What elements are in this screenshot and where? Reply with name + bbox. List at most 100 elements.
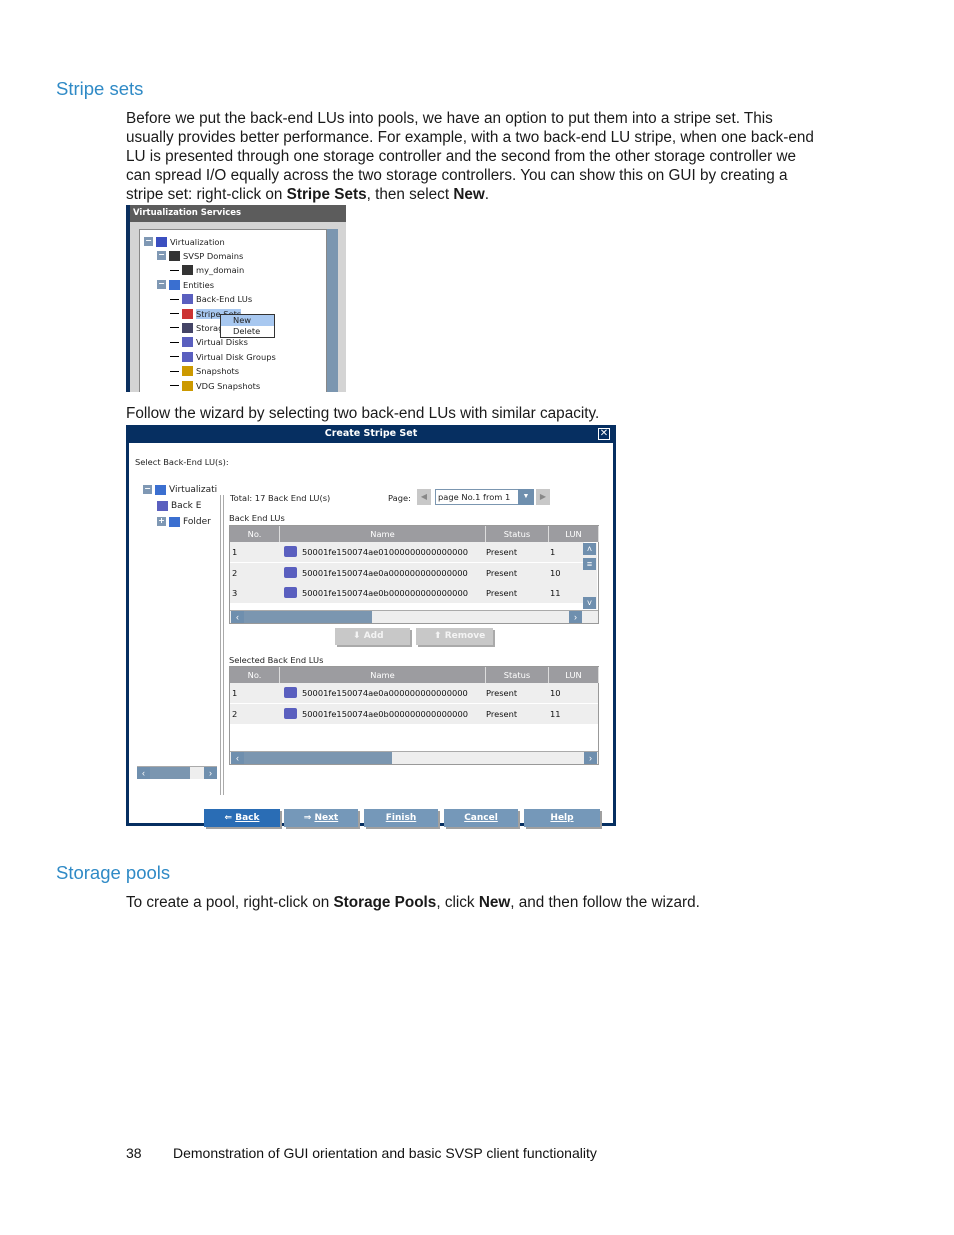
chevron-down-icon[interactable]: ▼ — [518, 489, 534, 505]
next-page-button[interactable]: ▶ — [536, 489, 550, 505]
tree-hscroll[interactable]: ‹ › — [137, 766, 217, 779]
dialog-tree-item[interactable]: Back E — [157, 499, 201, 512]
lun: 11 — [550, 588, 561, 598]
lu-name: 50001fe150074ae0a000000000000000 — [302, 567, 468, 578]
vertical-scrollbar[interactable]: ˄ ≡ ˅ — [583, 543, 597, 609]
scroll-left-icon[interactable]: ‹ — [231, 752, 244, 764]
button-label: Finish — [385, 813, 417, 823]
menu-item-new[interactable]: New — [221, 315, 274, 326]
expand-icon[interactable]: + — [157, 517, 166, 526]
context-menu: New Delete — [220, 314, 275, 338]
column-header[interactable]: No. — [230, 526, 280, 542]
node-icon — [182, 308, 193, 319]
dialog-tree-item[interactable]: − Virtualizati — [143, 483, 217, 496]
column-header[interactable]: No. — [230, 667, 280, 683]
tree-item[interactable]: Snapshots — [170, 365, 239, 378]
scroll-thumb[interactable]: ≡ — [583, 558, 596, 570]
tree-item[interactable]: − Virtualization — [144, 235, 225, 248]
column-header[interactable]: Name — [280, 526, 486, 542]
panel-title: Virtualization Services — [130, 205, 346, 222]
splitter[interactable] — [220, 495, 224, 795]
scroll-thumb[interactable] — [244, 752, 392, 764]
scroll-left-icon[interactable]: ‹ — [231, 611, 244, 623]
collapse-icon[interactable]: − — [144, 237, 153, 246]
tree-item[interactable]: Back-End LUs — [170, 293, 252, 306]
tree-item[interactable]: my_domain — [170, 264, 244, 277]
table-row[interactable]: 1 50001fe150074ae01000000000000000 Present… — [230, 542, 584, 562]
dialog-tree-item[interactable]: + Folder — [157, 515, 211, 528]
total-count: Total: 17 Back End LU(s) — [230, 493, 331, 503]
add-button[interactable]: ⬇ Add — [335, 628, 410, 645]
page-select[interactable]: page No.1 from 1 — [435, 489, 519, 505]
horizontal-scrollbar[interactable]: ‹ › — [230, 610, 598, 623]
node-icon — [155, 484, 166, 495]
row-number: 1 — [232, 547, 238, 557]
button-label: Cancel — [464, 813, 498, 823]
status: Present — [486, 547, 518, 557]
help-button[interactable]: Help — [524, 809, 600, 827]
lu-icon — [284, 546, 297, 557]
collapse-icon[interactable]: − — [157, 280, 166, 290]
tree-item[interactable]: − Entities — [157, 278, 214, 291]
table2-label: Selected Back End LUs — [229, 655, 324, 665]
table-row[interactable]: 2 50001fe150074ae0b000000000000000 Present… — [230, 703, 598, 724]
scroll-up-icon[interactable]: ˄ — [583, 543, 596, 555]
column-header[interactable]: LUN — [549, 526, 599, 542]
cancel-button[interactable]: Cancel — [444, 809, 518, 827]
tree-connector — [170, 385, 179, 386]
section-heading-storage-pools: Storage pools — [56, 862, 171, 883]
tree-item-label: Folder — [183, 516, 211, 527]
column-header[interactable]: Status — [486, 667, 549, 683]
tree-item-label: Virtual Disks — [196, 337, 248, 348]
lu-name: 50001fe150074ae0b000000000000000 — [302, 588, 469, 598]
table-row[interactable]: 2 50001fe150074ae0a000000000000000 Present… — [230, 562, 584, 583]
tree-item-label: Virtualizati — [169, 484, 218, 495]
scroll-thumb[interactable] — [244, 611, 372, 623]
tree-item-label: VDG Snapshots — [196, 380, 261, 391]
finish-button[interactable]: Finish — [364, 809, 438, 827]
tree-connector — [170, 341, 179, 343]
lu-name: 50001fe150074ae01000000000000000 — [302, 547, 469, 557]
dialog-title: Create Stripe Set — [324, 428, 418, 439]
node-icon — [169, 250, 180, 261]
back-button[interactable]: ⇐ Back — [204, 809, 280, 827]
tree-item[interactable]: VDG Snapshots — [170, 379, 260, 392]
status: Present — [486, 588, 518, 598]
tree-panel: − Virtualization − SVSP Domains my_domain − En… — [139, 229, 327, 392]
table-row[interactable]: 1 50001fe150074ae0a000000000000000 Present… — [230, 683, 598, 703]
tree-item-label: Snapshots — [196, 366, 240, 377]
column-header[interactable]: LUN — [549, 667, 599, 683]
remove-button[interactable]: ⬆ Remove — [416, 628, 493, 645]
column-header[interactable]: Name — [280, 667, 486, 683]
tree-item-label: SVSP Domains — [183, 250, 244, 261]
collapse-icon[interactable]: − — [157, 251, 166, 261]
prev-page-button[interactable]: ◀ — [417, 489, 431, 505]
next-button[interactable]: ⇒ Next — [284, 809, 358, 827]
table-row[interactable]: 3 50001fe150074ae0b000000000000000 Present… — [230, 583, 584, 603]
scroll-right-icon[interactable]: › — [584, 752, 597, 764]
expand-icon[interactable]: − — [143, 485, 152, 494]
tree-item[interactable]: − SVSP Domains — [157, 249, 243, 262]
row-number: 2 — [232, 708, 238, 719]
node-icon — [157, 500, 168, 511]
status: Present — [486, 708, 518, 719]
node-icon — [182, 351, 193, 362]
section-heading-stripe-sets: Stripe sets — [56, 78, 144, 99]
column-header[interactable]: Status — [486, 526, 549, 542]
tree-connector — [170, 356, 179, 358]
status: Present — [486, 567, 518, 578]
button-label: Help — [550, 813, 574, 823]
storage-pools-paragraph: To create a pool, right-click on Storage… — [126, 894, 700, 911]
tree-connector — [170, 370, 179, 372]
horizontal-scrollbar[interactable]: ‹ › — [230, 751, 598, 764]
tree-item-label: my_domain — [196, 265, 245, 276]
lu-icon — [284, 707, 297, 719]
node-icon — [182, 337, 193, 348]
scroll-down-icon[interactable]: ˅ — [583, 597, 596, 609]
menu-item-delete[interactable]: Delete — [221, 326, 274, 337]
vertical-scrollbar[interactable] — [327, 229, 338, 392]
close-icon[interactable]: ✕ — [598, 428, 610, 440]
scroll-right-icon[interactable]: › — [569, 611, 582, 623]
tree-item[interactable]: Virtual Disk Groups — [170, 350, 276, 363]
tree-connector — [170, 298, 179, 300]
